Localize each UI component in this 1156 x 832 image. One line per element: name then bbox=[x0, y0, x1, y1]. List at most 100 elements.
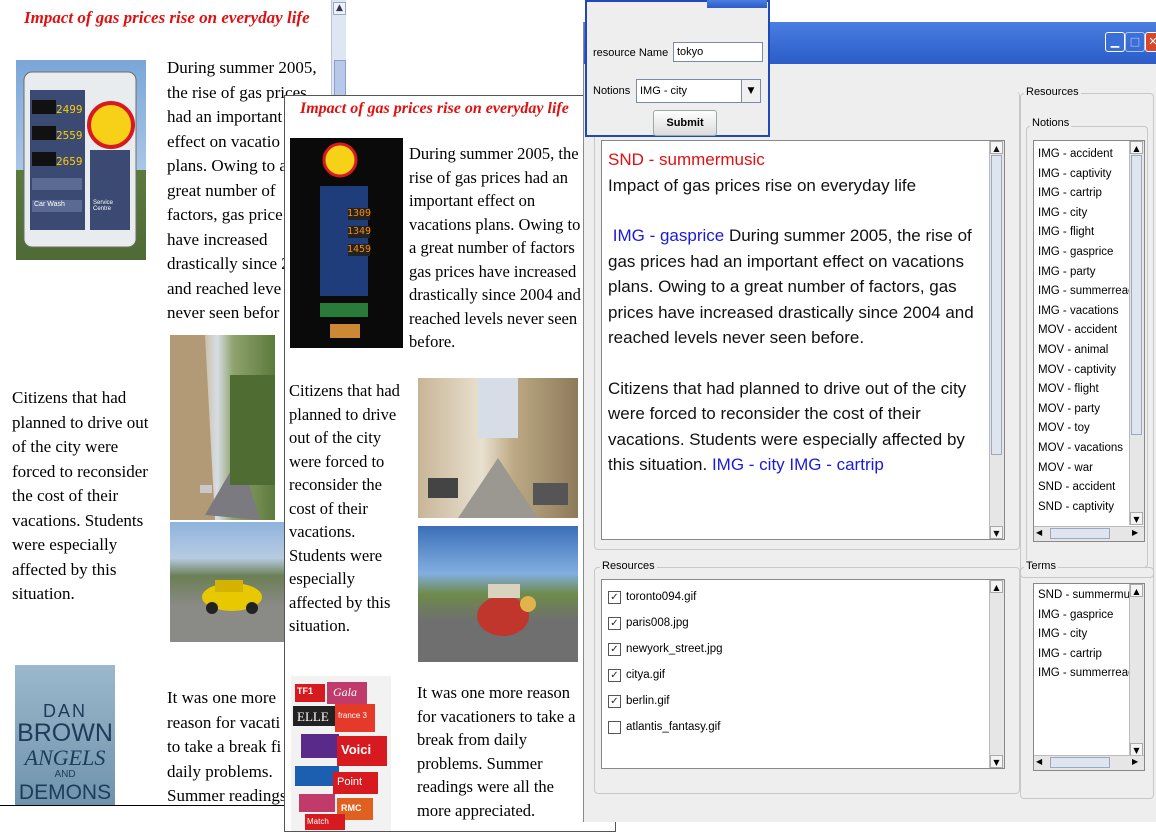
scroll-right-arrow-icon[interactable]: ▶ bbox=[1132, 528, 1138, 537]
minimize-icon[interactable]: ▁ bbox=[1105, 32, 1125, 52]
editor-tag-gasprice[interactable]: IMG - gasprice bbox=[613, 226, 724, 245]
resources-scrollbar[interactable]: ▲ ▼ bbox=[989, 580, 1004, 768]
notion-item[interactable]: IMG - gasprice bbox=[1034, 243, 1144, 263]
convertible-car-photo bbox=[170, 522, 290, 642]
notion-item[interactable]: IMG - accident bbox=[1034, 145, 1144, 165]
scroll-up-arrow-icon[interactable]: ▲ bbox=[1130, 141, 1143, 154]
city-street-photo bbox=[170, 335, 275, 520]
notion-item[interactable]: MOV - vacations bbox=[1034, 439, 1144, 459]
resources-checklist[interactable]: ✓ toronto094.gif ✓ paris008.jpg ✓ newyork_s… bbox=[601, 579, 1005, 769]
editor-line: Impact of gas prices rise on everyday li… bbox=[608, 175, 917, 195]
term-item[interactable]: IMG - gasprice bbox=[1034, 606, 1144, 626]
notion-item[interactable]: IMG - party bbox=[1034, 263, 1144, 283]
mag-elle: ELLE bbox=[297, 709, 329, 724]
paris-street-photo bbox=[418, 378, 578, 518]
pump-price-2: 1349 bbox=[347, 226, 372, 237]
editor-line: this situation. IMG - city IMG - cartrip bbox=[608, 455, 884, 474]
scroll-down-arrow-icon[interactable]: ▼ bbox=[1130, 512, 1143, 525]
page2-title: Impact of gas prices rise on everyday li… bbox=[300, 100, 569, 117]
notions-select-value: IMG - city bbox=[640, 85, 688, 97]
notion-item[interactable]: IMG - flight bbox=[1034, 223, 1144, 243]
page2-paragraph-1: During summer 2005, the rise of gas price… bbox=[409, 144, 581, 351]
notion-item[interactable]: IMG - city bbox=[1034, 204, 1144, 224]
notion-item[interactable]: IMG - cartrip bbox=[1034, 184, 1144, 204]
scroll-up-arrow-icon[interactable]: ▲ bbox=[990, 580, 1003, 593]
scroll-up-arrow-icon[interactable]: ▲ bbox=[1130, 584, 1143, 597]
notion-item[interactable]: MOV - toy bbox=[1034, 419, 1144, 439]
notion-item[interactable]: MOV - accident bbox=[1034, 321, 1144, 341]
notions-select[interactable]: IMG - city ▼ bbox=[636, 79, 761, 103]
article-page-front: Impact of gas prices rise on everyday li… bbox=[284, 95, 616, 832]
terms-scrollbar[interactable]: ▲ ▼ bbox=[1129, 584, 1144, 756]
right-resources-label: Resources bbox=[1024, 86, 1081, 98]
checkbox-checked-icon[interactable]: ✓ bbox=[608, 669, 621, 682]
term-item[interactable]: SND - summermusic bbox=[1034, 586, 1144, 606]
car-wash-label: Car Wash bbox=[34, 201, 65, 208]
dialog-titlebar[interactable] bbox=[707, 0, 767, 8]
scroll-down-arrow-icon[interactable]: ▼ bbox=[990, 526, 1003, 539]
annotated-text-editor[interactable]: SND - summermusic Impact of gas prices r… bbox=[601, 140, 1005, 540]
resource-item[interactable]: ✓ citya.gif bbox=[602, 665, 982, 685]
editor-scroll-thumb[interactable] bbox=[991, 155, 1002, 455]
book-title-1: ANGELS bbox=[24, 745, 106, 770]
scroll-down-arrow-icon[interactable]: ▼ bbox=[990, 755, 1003, 768]
notion-item[interactable]: IMG - captivity bbox=[1034, 165, 1144, 185]
add-resource-dialog: resource Name tokyo Notions IMG - city ▼… bbox=[585, 0, 770, 137]
convertible-car-drawing bbox=[202, 580, 262, 614]
scroll-up-arrow-icon[interactable]: ▲ bbox=[990, 141, 1003, 154]
notions-scroll-thumb[interactable] bbox=[1131, 155, 1142, 435]
notions-list[interactable]: IMG - accident IMG - captivity IMG - car… bbox=[1033, 140, 1145, 542]
chevron-down-icon[interactable]: ▼ bbox=[741, 80, 760, 102]
resource-item[interactable]: ✓ paris008.jpg bbox=[602, 613, 982, 633]
resource-item[interactable]: ✓ newyork_street.jpg bbox=[602, 639, 982, 659]
terms-list[interactable]: SND - summermusic IMG - gasprice IMG - c… bbox=[1033, 583, 1145, 771]
resource-item[interactable]: atlantis_fantasy.gif bbox=[602, 717, 982, 737]
book-title-3: DEMONS bbox=[18, 781, 112, 804]
scroll-left-arrow-icon[interactable]: ◀ bbox=[1036, 528, 1042, 537]
editor-scrollbar[interactable]: ▲ ▼ bbox=[989, 141, 1004, 539]
terms-hscroll-thumb[interactable] bbox=[1050, 757, 1110, 768]
page2-paragraph-2: Citizens that had planned to drive out of … bbox=[289, 381, 400, 635]
editor-tag-summermusic[interactable]: SND - summermusic bbox=[608, 147, 998, 173]
mag-point: Point bbox=[337, 776, 363, 788]
close-icon[interactable]: ✕ bbox=[1145, 32, 1156, 52]
notions-hscroll-thumb[interactable] bbox=[1050, 528, 1110, 539]
notion-item[interactable]: SND - captivity bbox=[1034, 498, 1144, 518]
notions-scrollbar[interactable]: ▲ ▼ bbox=[1129, 141, 1144, 525]
term-item[interactable]: IMG - summerreadin bbox=[1034, 664, 1144, 684]
maximize-icon[interactable]: □ bbox=[1125, 32, 1145, 52]
notion-item[interactable]: MOV - party bbox=[1034, 400, 1144, 420]
editor-tag-city-cartrip[interactable]: IMG - city IMG - cartrip bbox=[712, 455, 884, 474]
term-item[interactable]: IMG - cartrip bbox=[1034, 645, 1144, 665]
page1-paragraph-3: It was one more reason for vacati to take … bbox=[167, 688, 287, 805]
notion-item[interactable]: IMG - vacations bbox=[1034, 302, 1144, 322]
resource-item[interactable]: ✓ toronto094.gif bbox=[602, 587, 982, 607]
city-street-drawing bbox=[170, 335, 275, 520]
checkbox-checked-icon[interactable]: ✓ bbox=[608, 643, 621, 656]
checkbox-checked-icon[interactable]: ✓ bbox=[608, 591, 621, 604]
notion-item[interactable]: MOV - captivity bbox=[1034, 361, 1144, 381]
service-centre-label: Service Centre bbox=[93, 200, 114, 212]
scroll-up-arrow-icon[interactable]: ▲ bbox=[333, 2, 346, 15]
notion-item[interactable]: MOV - flight bbox=[1034, 380, 1144, 400]
notion-item[interactable]: MOV - war bbox=[1034, 459, 1144, 479]
editor-line: were forced to reconsider the cost of th… bbox=[608, 404, 921, 423]
term-item[interactable]: IMG - city bbox=[1034, 625, 1144, 645]
gas-pump-drawing bbox=[320, 142, 370, 338]
notion-item[interactable]: IMG - summerreadin bbox=[1034, 282, 1144, 302]
notions-hscrollbar[interactable]: ◀ ▶ bbox=[1034, 526, 1144, 541]
checkbox-checked-icon[interactable]: ✓ bbox=[608, 695, 621, 708]
mag-france3: france 3 bbox=[338, 711, 367, 720]
terms-hscrollbar[interactable]: ◀ ▶ bbox=[1034, 755, 1144, 770]
notion-item[interactable]: MOV - animal bbox=[1034, 341, 1144, 361]
checkbox-unchecked-icon[interactable] bbox=[608, 721, 621, 734]
resource-item[interactable]: ✓ berlin.gif bbox=[602, 691, 982, 711]
submit-button[interactable]: Submit bbox=[653, 110, 717, 136]
notion-item[interactable]: SND - accident bbox=[1034, 478, 1144, 498]
gas-station-sign-image: 2499 2559 2659 Car Wash Service Centre bbox=[16, 60, 146, 260]
resource-name-input[interactable]: tokyo bbox=[673, 42, 763, 62]
book-title-2: AND bbox=[54, 769, 76, 780]
scroll-right-arrow-icon[interactable]: ▶ bbox=[1132, 757, 1138, 766]
scroll-left-arrow-icon[interactable]: ◀ bbox=[1036, 757, 1042, 766]
checkbox-checked-icon[interactable]: ✓ bbox=[608, 617, 621, 630]
